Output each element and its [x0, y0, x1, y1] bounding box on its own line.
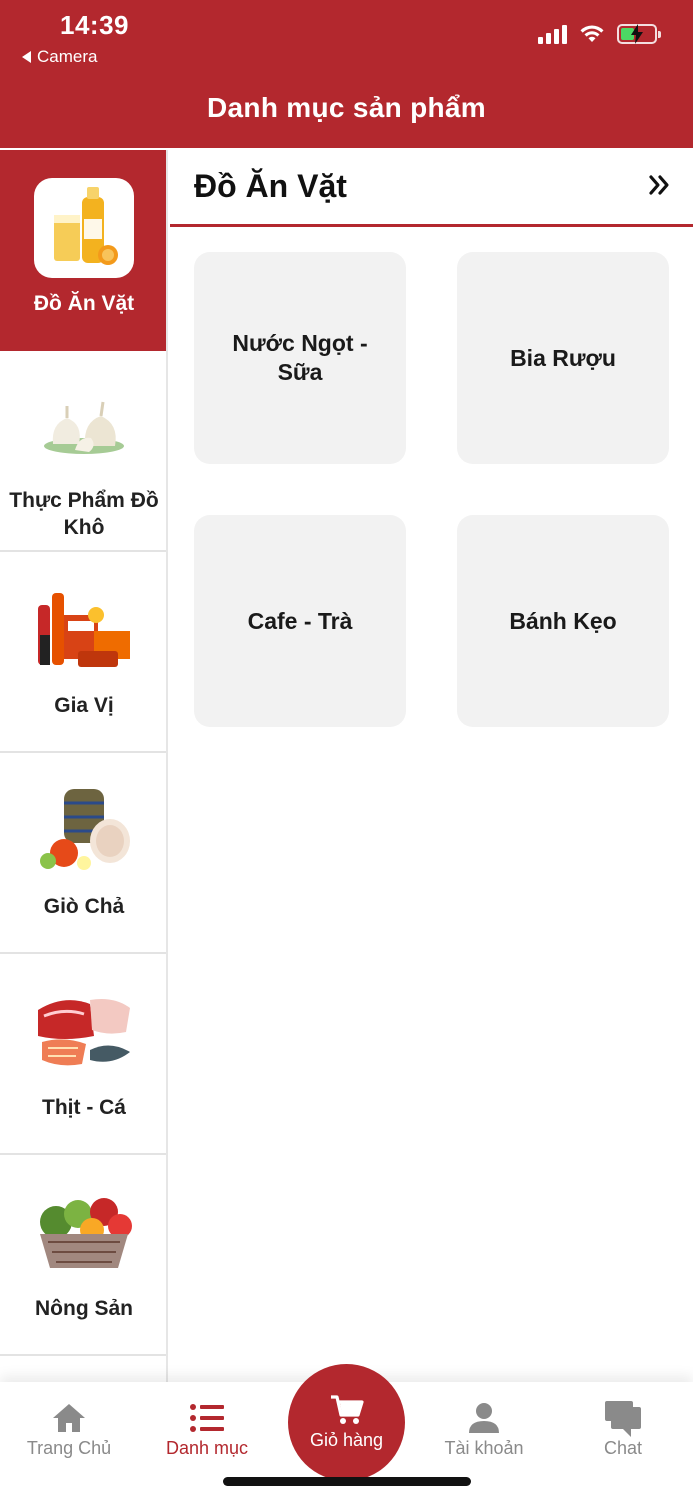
- status-icons: [538, 24, 661, 44]
- garlic-image: [34, 379, 134, 479]
- sidebar-item-nong-san[interactable]: Nông Sản: [0, 1155, 166, 1356]
- sidebar-item-gia-vi[interactable]: Gia Vị: [0, 552, 166, 753]
- subcategory-label: Bánh Kẹo: [509, 607, 617, 634]
- sidebar-item-label: Nông Sản: [35, 1297, 133, 1320]
- screen: 14:39 Camera Danh mục sản phẩm Đồ Ăn Vặt…: [0, 0, 693, 1500]
- sidebar-item-partial[interactable]: [0, 1356, 166, 1382]
- juice-bottle-image: [34, 178, 134, 278]
- vegetables-basket-image: [34, 1183, 134, 1283]
- subcategory-label: Bia Rượu: [510, 344, 616, 371]
- sidebar-item-thit-ca[interactable]: Thịt - Cá: [0, 954, 166, 1155]
- status-time: 14:39: [60, 10, 129, 40]
- sidebar-item-thuc-pham-do-kho[interactable]: Thực Phẩm Đồ Khô: [0, 351, 166, 552]
- tab-label: Danh mục: [165, 1438, 249, 1458]
- home-icon: [53, 1404, 85, 1432]
- back-label: Camera: [37, 47, 98, 66]
- sidebar-item-label: Gia Vị: [54, 694, 114, 717]
- subcategory-tile[interactable]: Bánh Kẹo: [457, 515, 669, 727]
- home-indicator[interactable]: [223, 1477, 471, 1486]
- tab-label: Trang Chủ: [26, 1438, 112, 1458]
- cart-icon: [330, 1395, 364, 1424]
- section-title: Đồ Ăn Vặt: [194, 168, 347, 204]
- wifi-icon: [580, 25, 604, 42]
- user-icon: [469, 1403, 499, 1433]
- subcategory-tile[interactable]: Bia Rượu: [457, 252, 669, 464]
- subcategory-label: Nước Ngọt - Sữa: [232, 330, 368, 385]
- chat-icon: [605, 1401, 641, 1437]
- sidebar-item-gio-cha[interactable]: Giò Chả: [0, 753, 166, 954]
- cellular-signal-icon: [538, 24, 567, 44]
- sidebar-item-label: Thịt - Cá: [42, 1096, 126, 1119]
- pork-roll-image: [34, 781, 134, 881]
- sidebar-item-label: Thực Phẩm Đồ Khô: [9, 489, 159, 539]
- sidebar-item-do-an-vat[interactable]: Đồ Ăn Vặt: [0, 150, 166, 351]
- sidebar-item-label: Đồ Ăn Vặt: [33, 292, 135, 315]
- back-arrow-icon: [22, 51, 31, 63]
- list-icon: [190, 1404, 224, 1432]
- battery-icon: [617, 24, 661, 44]
- subcategory-tile[interactable]: Nước Ngọt - Sữa: [194, 252, 406, 464]
- subcategory-panel: Đồ Ăn Vặt Nước Ngọt - Sữa Bia Rượu Cafe …: [170, 150, 693, 1382]
- sidebar-item-label: Giò Chả: [43, 895, 125, 918]
- double-chevron-right-icon[interactable]: [645, 170, 675, 200]
- page-title: Danh mục sản phẩm: [207, 92, 486, 123]
- category-sidebar[interactable]: Đồ Ăn Vặt Thực Phẩm Đồ Khô Gia Vị Giò Ch…: [0, 150, 168, 1382]
- back-to-camera-link[interactable]: Camera: [22, 47, 97, 67]
- tab-label: Chat: [603, 1438, 643, 1458]
- tab-trang-chu[interactable]: Trang Chủ: [0, 1382, 138, 1482]
- app-header: 14:39 Camera Danh mục sản phẩm: [0, 0, 693, 148]
- subcategory-tile[interactable]: Cafe - Trà: [194, 515, 406, 727]
- tab-label: Tài khoản: [444, 1438, 524, 1458]
- spices-image: [34, 580, 134, 680]
- tab-chat[interactable]: Chat: [554, 1382, 692, 1482]
- tab-tai-khoan[interactable]: Tài khoản: [415, 1382, 553, 1482]
- meat-fish-image: [34, 982, 134, 1082]
- tab-danh-muc[interactable]: Danh mục: [138, 1382, 276, 1482]
- cart-button[interactable]: Giỏ hàng: [288, 1364, 405, 1481]
- section-header: Đồ Ăn Vặt: [170, 150, 693, 227]
- subcategory-label: Cafe - Trà: [247, 607, 353, 634]
- tab-label: Giỏ hàng: [309, 1430, 384, 1450]
